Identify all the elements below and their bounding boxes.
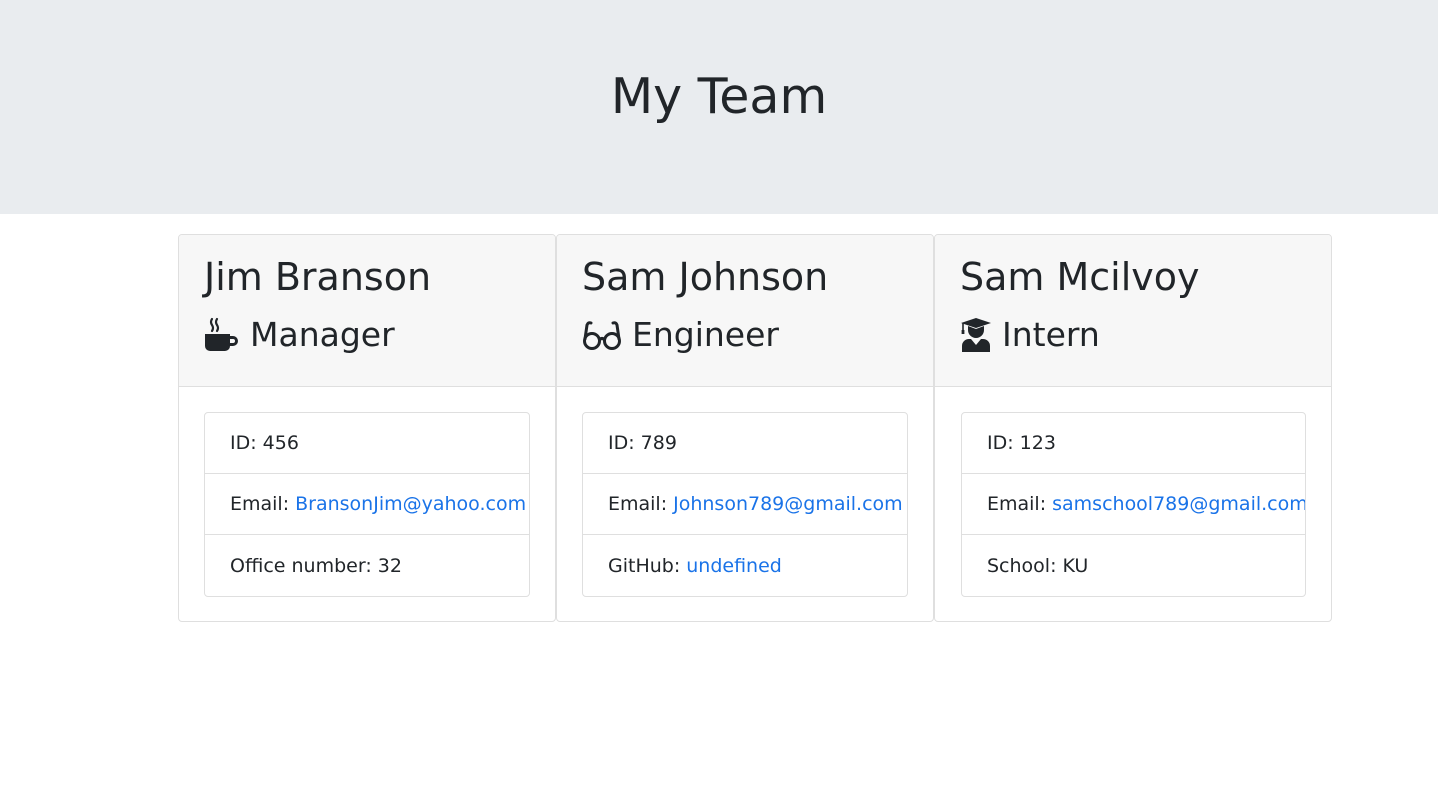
list-item-github: GitHub: undefined (583, 535, 907, 596)
card-header: Sam Mcilvoy Intern (935, 235, 1331, 387)
employee-name: Sam Johnson (582, 255, 829, 299)
list-item-office-number: Office number: 32 (205, 535, 529, 596)
email-link[interactable]: Johnson789@gmail.com (673, 493, 903, 515)
employee-card-engineer: Sam Johnson Engineer ID: 789 Email: John… (556, 234, 934, 622)
github-label: GitHub: (608, 554, 681, 577)
employee-name: Jim Branson (204, 255, 432, 299)
list-item-id: ID: 456 (205, 413, 529, 474)
role-label: Engineer (632, 315, 779, 354)
employee-card-manager: Jim Branson Manager ID: 456 Email: Brans… (178, 234, 556, 622)
email-link[interactable]: BransonJim@yahoo.com (295, 493, 526, 515)
glasses-icon (582, 317, 622, 353)
list-item-id: ID: 789 (583, 413, 907, 474)
employee-role: Manager (204, 313, 395, 357)
school-value: KU (1062, 554, 1089, 577)
mug-hot-icon (204, 317, 240, 353)
office-number-label: Office number: (230, 554, 372, 577)
list-item-email: Email: BransonJim@yahoo.com (205, 474, 529, 535)
email-label: Email: (230, 493, 290, 515)
user-graduate-icon (960, 317, 992, 353)
employee-role: Engineer (582, 313, 779, 357)
card-header: Jim Branson Manager (179, 235, 555, 387)
id-label: ID: (230, 432, 257, 454)
list-item-id: ID: 123 (962, 413, 1305, 474)
employee-details-list: ID: 123 Email: samschool789@gmail.com Sc… (961, 412, 1306, 597)
id-value: 789 (640, 432, 677, 454)
page-title: My Team (610, 68, 828, 125)
email-label: Email: (987, 493, 1047, 515)
email-link[interactable]: samschool789@gmail.com (1052, 493, 1305, 515)
id-label: ID: (987, 432, 1014, 454)
id-value: 123 (1019, 432, 1056, 454)
employee-details-list: ID: 789 Email: Johnson789@gmail.com GitH… (582, 412, 908, 597)
employee-name: Sam Mcilvoy (960, 255, 1200, 299)
id-label: ID: (608, 432, 635, 454)
school-label: School: (987, 554, 1057, 577)
role-label: Intern (1002, 315, 1100, 354)
employee-role: Intern (960, 313, 1100, 357)
office-number-value: 32 (377, 554, 402, 577)
jumbotron-header: My Team (0, 0, 1438, 214)
list-item-email: Email: Johnson789@gmail.com (583, 474, 907, 535)
list-item-email: Email: samschool789@gmail.com (962, 474, 1305, 535)
card-header: Sam Johnson Engineer (557, 235, 933, 387)
employee-details-list: ID: 456 Email: BransonJim@yahoo.com Offi… (204, 412, 530, 597)
id-value: 456 (262, 432, 299, 454)
list-item-school: School: KU (962, 535, 1305, 596)
employee-card-intern: Sam Mcilvoy Intern ID: 123 Email: samsch… (934, 234, 1332, 622)
role-label: Manager (250, 315, 395, 354)
github-link[interactable]: undefined (686, 555, 782, 577)
email-label: Email: (608, 493, 668, 515)
